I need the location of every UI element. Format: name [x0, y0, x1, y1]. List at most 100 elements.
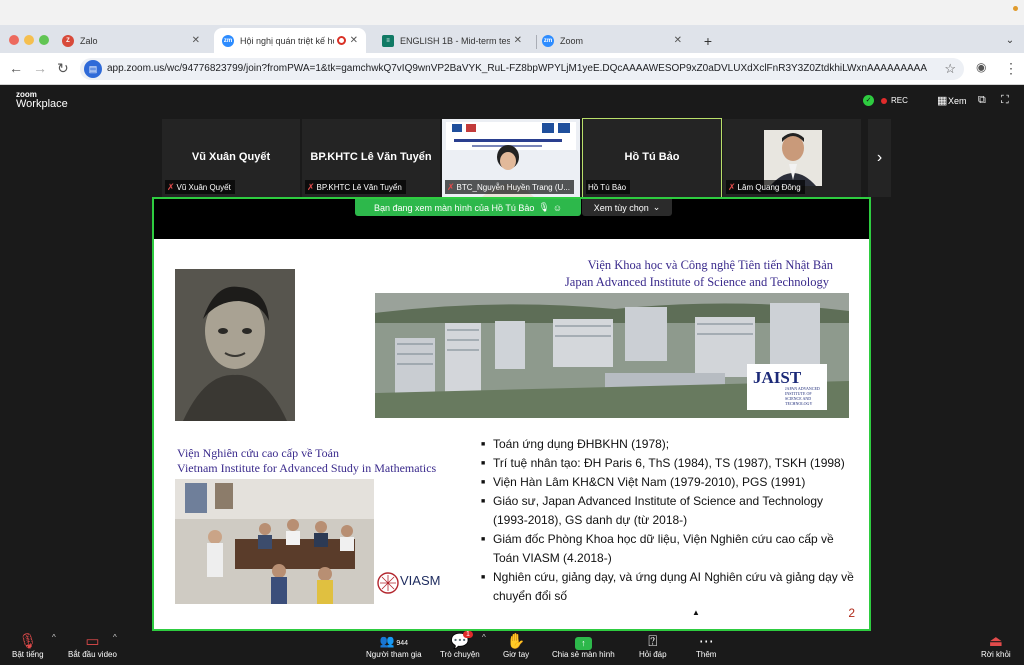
site-info-icon[interactable]: ▤: [84, 60, 102, 78]
chevron-down-icon[interactable]: ⌄: [1000, 28, 1020, 53]
chevron-up-icon[interactable]: ^: [52, 633, 56, 642]
slide-page-number: 2: [848, 606, 855, 620]
new-tab-button[interactable]: +: [698, 28, 718, 53]
more-icon: ⋯: [698, 633, 714, 650]
browser-tab-bar: Z Zalo ✕ zm Hội nghị quán triệt kế hoạ ✕…: [0, 25, 1024, 53]
chat-button[interactable]: 💬 Trò chuyện: [440, 633, 480, 659]
window-close-button[interactable]: [9, 35, 19, 45]
close-icon[interactable]: ✕: [350, 35, 358, 46]
start-video-label: Bắt đầu video: [68, 650, 117, 659]
more-label: Thêm: [696, 650, 717, 659]
sharing-banner: Bạn đang xem màn hình của Hồ Tú Bảo 🎙 ☺: [355, 199, 581, 216]
chat-label: Trò chuyện: [440, 650, 480, 659]
participant-label: Hồ Tú Bảo: [588, 182, 627, 192]
participant-tile-video[interactable]: ✗ BTC_Nguyễn Huyền Trang (U...: [442, 119, 580, 197]
participant-label: BP.KHTC Lê Văn Tuyển: [316, 182, 402, 192]
jaist-logo-text: JAIST: [753, 368, 802, 387]
list-item: Viện Hàn Lâm KH&CN Việt Nam (1979-2010),…: [481, 473, 861, 492]
menu-icon[interactable]: ⋮: [1004, 60, 1018, 77]
viasm-logo: VIASM: [376, 566, 441, 604]
mic-off-icon: ✗: [447, 181, 455, 192]
browser-toolbar: ← → ↻ ▤ app.zoom.us/wc/94776823799/join?…: [0, 53, 1024, 85]
window-zoom-button[interactable]: [39, 35, 49, 45]
qa-button[interactable]: ⍰ Hỏi đáp: [639, 633, 667, 659]
share-icon-wrap: ↑: [574, 633, 592, 650]
participants-count: 944: [396, 640, 409, 647]
extension-icon[interactable]: ◉: [976, 60, 986, 74]
mouse-cursor-icon: ▲: [692, 608, 700, 617]
fullscreen-icon[interactable]: ⛶: [1001, 94, 1009, 107]
participants-icon: 👥: [379, 634, 395, 648]
rec-label: REC: [891, 96, 908, 105]
tab-zalo[interactable]: Z Zalo ✕: [54, 28, 208, 53]
mic-icon: 🎙: [538, 202, 550, 212]
chevron-up-icon[interactable]: ^: [113, 633, 117, 642]
share-top-bar: Bạn đang xem màn hình của Hồ Tú Bảo 🎙 ☺ …: [154, 199, 869, 239]
list-item: Nghiên cứu, giảng dạy, và ứng dụng AI Ng…: [481, 568, 861, 606]
mic-off-icon: ✗: [728, 181, 736, 192]
meeting-image: [175, 479, 374, 604]
viasm-title-en: Vietnam Institute for Advanced Study in …: [177, 461, 437, 475]
participant-tile[interactable]: Vũ Xuân Quyết ✗ Vũ Xuân Quyết: [162, 119, 300, 197]
raise-hand-button[interactable]: ✋ Giơ tay: [503, 633, 529, 659]
sharing-banner-text: Bạn đang xem màn hình của Hồ Tú Bảo: [373, 202, 535, 213]
close-icon[interactable]: ✕: [192, 35, 200, 46]
zalo-icon: Z: [62, 34, 74, 47]
bookmark-star-icon[interactable]: ☆: [944, 61, 956, 77]
share-screen-button[interactable]: ↑ Chia sẻ màn hình: [552, 633, 615, 659]
slide-title-vi: Viện Khoa học và Công nghệ Tiên tiến Nhậ…: [587, 258, 833, 272]
jaist-campus-photo: JAIST JAPAN ADVANCED INSTITUTE OF SCIENC…: [375, 293, 849, 418]
jaist-logo-subtitle: JAPAN ADVANCED INSTITUTE OF SCIENCE AND …: [785, 386, 820, 406]
participant-strip: Vũ Xuân Quyết ✗ Vũ Xuân Quyết BP.KHTC Lê …: [0, 118, 1024, 199]
forward-icon[interactable]: →: [33, 60, 47, 76]
next-participants-button[interactable]: ›: [868, 119, 891, 197]
more-button[interactable]: ⋯ Thêm: [696, 633, 716, 659]
participant-tile-active-speaker[interactable]: Hồ Tú Bảo Hồ Tú Bảo: [582, 118, 722, 198]
participants-label: Người tham gia: [366, 650, 422, 659]
participant-name: Vũ Xuân Quyết: [191, 151, 271, 163]
tab-english[interactable]: ≡ ENGLISH 1B - Mid-term test ( ✕: [374, 28, 530, 53]
bio-bullet-list: Toán ứng dụng ĐHBKHN (1978); Trí tuệ nhâ…: [481, 435, 861, 606]
tab-meeting[interactable]: zm Hội nghị quán triệt kế hoạ ✕: [214, 28, 366, 53]
participant-tile[interactable]: BP.KHTC Lê Văn Tuyển ✗ BP.KHTC Lê Văn Tuy…: [302, 119, 440, 197]
grid-icon[interactable]: ▦: [937, 94, 947, 107]
raise-hand-label: Giơ tay: [503, 650, 530, 659]
forms-icon: ≡: [382, 34, 394, 47]
list-item: Trí tuệ nhân tạo: ĐH Paris 6, ThS (1984)…: [481, 454, 861, 473]
reload-icon[interactable]: ↻: [57, 60, 69, 77]
view-button[interactable]: Xem: [948, 96, 967, 106]
smile-icon: ☺: [552, 202, 563, 213]
participants-button[interactable]: 👥 944 Người tham gia: [366, 633, 422, 659]
list-item: Giám đốc Phòng Khoa học dữ liệu, Viện Ng…: [481, 530, 861, 568]
view-options-button[interactable]: Xem tùy chọn ⌄: [582, 199, 672, 216]
participant-name: BP.KHTC Lê Văn Tuyển: [310, 151, 432, 163]
slide-title-en: Japan Advanced Institute of Science and …: [564, 275, 829, 289]
share-screen-icon: ↑: [574, 637, 592, 650]
qa-label: Hỏi đáp: [639, 650, 667, 659]
share-screen-label: Chia sẻ màn hình: [552, 650, 615, 659]
address-bar[interactable]: ▤ app.zoom.us/wc/94776823799/join?fromPW…: [80, 58, 964, 80]
pip-icon[interactable]: ⧉: [978, 94, 986, 107]
viasm-title-vi: Viện Nghiên cứu cao cấp về Toán: [177, 446, 339, 460]
mic-off-icon: 🎙: [18, 633, 38, 650]
unmute-button[interactable]: 🎙 Bật tiếng: [12, 633, 44, 659]
chevron-down-icon: ⌄: [652, 202, 661, 212]
zoom-logo-subtitle: Workplace: [16, 98, 68, 110]
zoom-header: zoom Workplace ✓ REC ▦ Xem ⧉ ⛶: [0, 85, 1024, 118]
mic-off-icon: ✗: [167, 181, 175, 192]
chevron-up-icon[interactable]: ^: [482, 633, 486, 642]
shield-check-icon[interactable]: ✓: [863, 95, 874, 106]
window-minimize-button[interactable]: [24, 35, 34, 45]
participant-tile-video[interactable]: ✗ Lâm Quang Đông: [723, 119, 861, 197]
leave-button[interactable]: ⏏ Rời khỏi: [981, 633, 1011, 659]
close-icon[interactable]: ✕: [674, 35, 682, 46]
viasm-logo-text: VIASM: [400, 573, 441, 588]
list-item: Giáo sư, Japan Advanced Institute of Sci…: [481, 492, 861, 530]
back-icon[interactable]: ←: [9, 60, 23, 76]
url-text: app.zoom.us/wc/94776823799/join?fromPWA=…: [107, 63, 927, 74]
start-video-button[interactable]: ▭ Bắt đầu video: [68, 633, 117, 659]
participant-label: Lâm Quang Đông: [737, 182, 801, 192]
close-icon[interactable]: ✕: [514, 35, 522, 46]
tab-zoom[interactable]: zm Zoom ✕: [534, 28, 690, 53]
jaist-logo: JAIST JAPAN ADVANCED INSTITUTE OF SCIENC…: [747, 364, 827, 410]
